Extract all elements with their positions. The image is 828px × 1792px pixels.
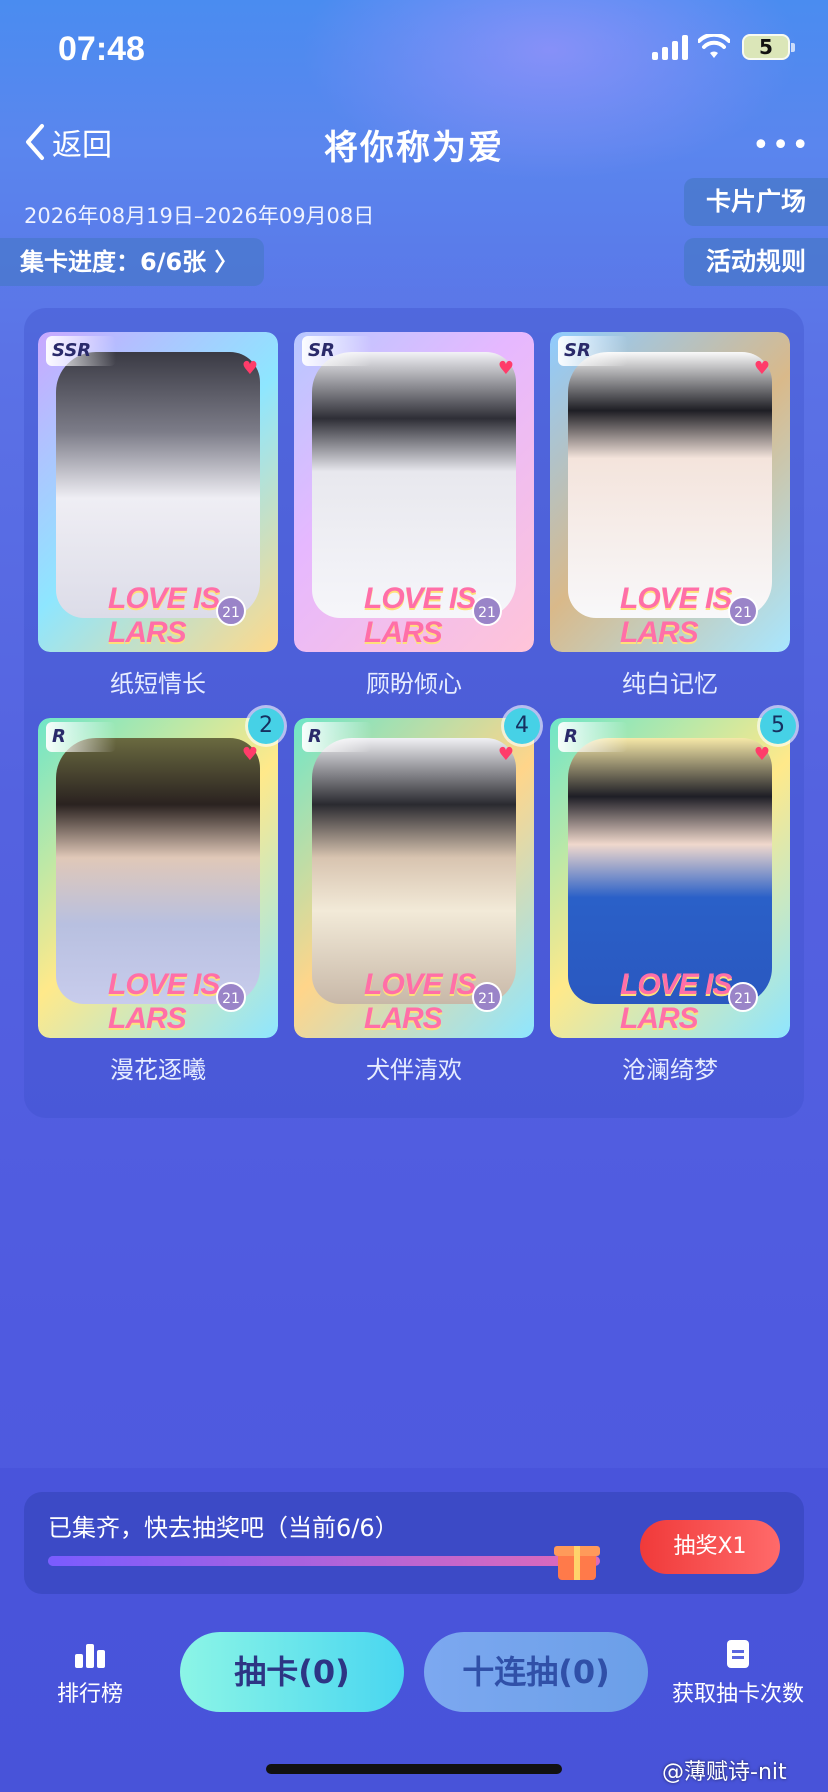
- activity-rules-button[interactable]: 活动规则: [684, 238, 828, 286]
- card-item[interactable]: R ♥ LOVE IS LARS 21: [38, 718, 278, 1038]
- card-item[interactable]: SR ♥ LOVE IS LARS 21: [294, 332, 534, 652]
- status-time: 07:48: [58, 30, 145, 68]
- ten-draw-button[interactable]: 十连抽(0): [424, 1632, 648, 1712]
- card-number-badge: 21: [728, 982, 758, 1012]
- card-photo: [56, 352, 260, 618]
- lottery-progress-fill: [48, 1556, 600, 1566]
- battery-icon: 5: [742, 34, 795, 60]
- lottery-status-text: 已集齐，快去抽奖吧（当前6/6）: [48, 1514, 399, 1542]
- rarity-badge: R: [558, 722, 628, 752]
- wifi-icon: [698, 34, 730, 58]
- card-number-badge: 21: [472, 982, 502, 1012]
- card-logo: LOVE IS LARS: [620, 582, 732, 649]
- rarity-badge: SR: [558, 336, 628, 366]
- card-count-badge: 4: [504, 708, 540, 744]
- card-item[interactable]: SR ♥ LOVE IS LARS 21: [550, 332, 790, 652]
- get-draw-count-label: 获取抽卡次数: [671, 1682, 804, 1707]
- card-name: 犬伴清欢: [366, 1056, 462, 1084]
- card-logo: LOVE IS LARS: [620, 968, 732, 1035]
- card-count-badge: 2: [248, 708, 284, 744]
- home-indicator[interactable]: [266, 1764, 562, 1774]
- heart-icon: ♥: [497, 358, 514, 379]
- leaderboard-icon: [40, 1640, 140, 1668]
- card-name: 纸短情长: [110, 670, 206, 698]
- card-name: 漫花逐曦: [110, 1056, 206, 1084]
- card-photo: [56, 738, 260, 1004]
- status-bar: 07:48 5: [0, 0, 828, 100]
- card-photo: [568, 352, 772, 618]
- card-count-badge: 5: [760, 708, 796, 744]
- heart-icon: ♥: [497, 744, 514, 765]
- card-photo: [312, 352, 516, 618]
- card-item[interactable]: R ♥ LOVE IS LARS 21: [550, 718, 790, 1038]
- lottery-progress-bar: [48, 1556, 600, 1566]
- card-logo: LOVE IS LARS: [364, 582, 476, 649]
- card-number-badge: 21: [472, 596, 502, 626]
- leaderboard-label: 排行榜: [56, 1682, 123, 1707]
- nav-bar: 返回 将你称为爱 •••: [0, 110, 828, 172]
- bottom-toolbar: 排行榜 抽卡(0) 十连抽(0) 获取抽卡次数: [0, 1624, 828, 1724]
- page-title: 将你称为爱: [324, 128, 504, 168]
- card-number-badge: 21: [216, 982, 246, 1012]
- card-item[interactable]: R ♥ LOVE IS LARS 21: [294, 718, 534, 1038]
- watermark: @薄赋诗-nit: [662, 1760, 787, 1785]
- card-logo: LOVE IS LARS: [108, 968, 220, 1035]
- heart-icon: ♥: [753, 744, 770, 765]
- more-icon[interactable]: •••: [752, 128, 811, 163]
- card-number-badge: 21: [216, 596, 246, 626]
- get-draw-count-button[interactable]: 获取抽卡次数: [668, 1640, 808, 1708]
- rarity-badge: R: [46, 722, 116, 752]
- card-plaza-button[interactable]: 卡片广场: [684, 178, 828, 226]
- heart-icon: ♥: [753, 358, 770, 379]
- card-name: 沧澜绮梦: [622, 1056, 718, 1084]
- leaderboard-button[interactable]: 排行榜: [40, 1640, 140, 1708]
- rarity-badge: SR: [302, 336, 372, 366]
- card-logo: LOVE IS LARS: [108, 582, 220, 649]
- signal-icon: [652, 34, 688, 60]
- gift-icon: [554, 1538, 600, 1582]
- document-icon: [727, 1640, 749, 1668]
- lottery-button[interactable]: 抽奖X1: [640, 1520, 780, 1574]
- collection-progress-button[interactable]: 集卡进度：6/6张 〉: [0, 238, 264, 286]
- rarity-badge: SSR: [46, 336, 116, 366]
- heart-icon: ♥: [241, 744, 258, 765]
- card-logo: LOVE IS LARS: [364, 968, 476, 1035]
- lottery-panel: 已集齐，快去抽奖吧（当前6/6） 抽奖X1: [24, 1492, 804, 1594]
- card-photo: [568, 738, 772, 1004]
- event-date-range: 2026年08月19日–2026年09月08日: [24, 204, 375, 228]
- draw-card-button[interactable]: 抽卡(0): [180, 1632, 404, 1712]
- rarity-badge: R: [302, 722, 372, 752]
- card-name: 纯白记忆: [622, 670, 718, 698]
- card-name: 顾盼倾心: [366, 670, 462, 698]
- card-item[interactable]: SSR ♥ LOVE IS LARS 21: [38, 332, 278, 652]
- heart-icon: ♥: [241, 358, 258, 379]
- card-number-badge: 21: [728, 596, 758, 626]
- card-photo: [312, 738, 516, 1004]
